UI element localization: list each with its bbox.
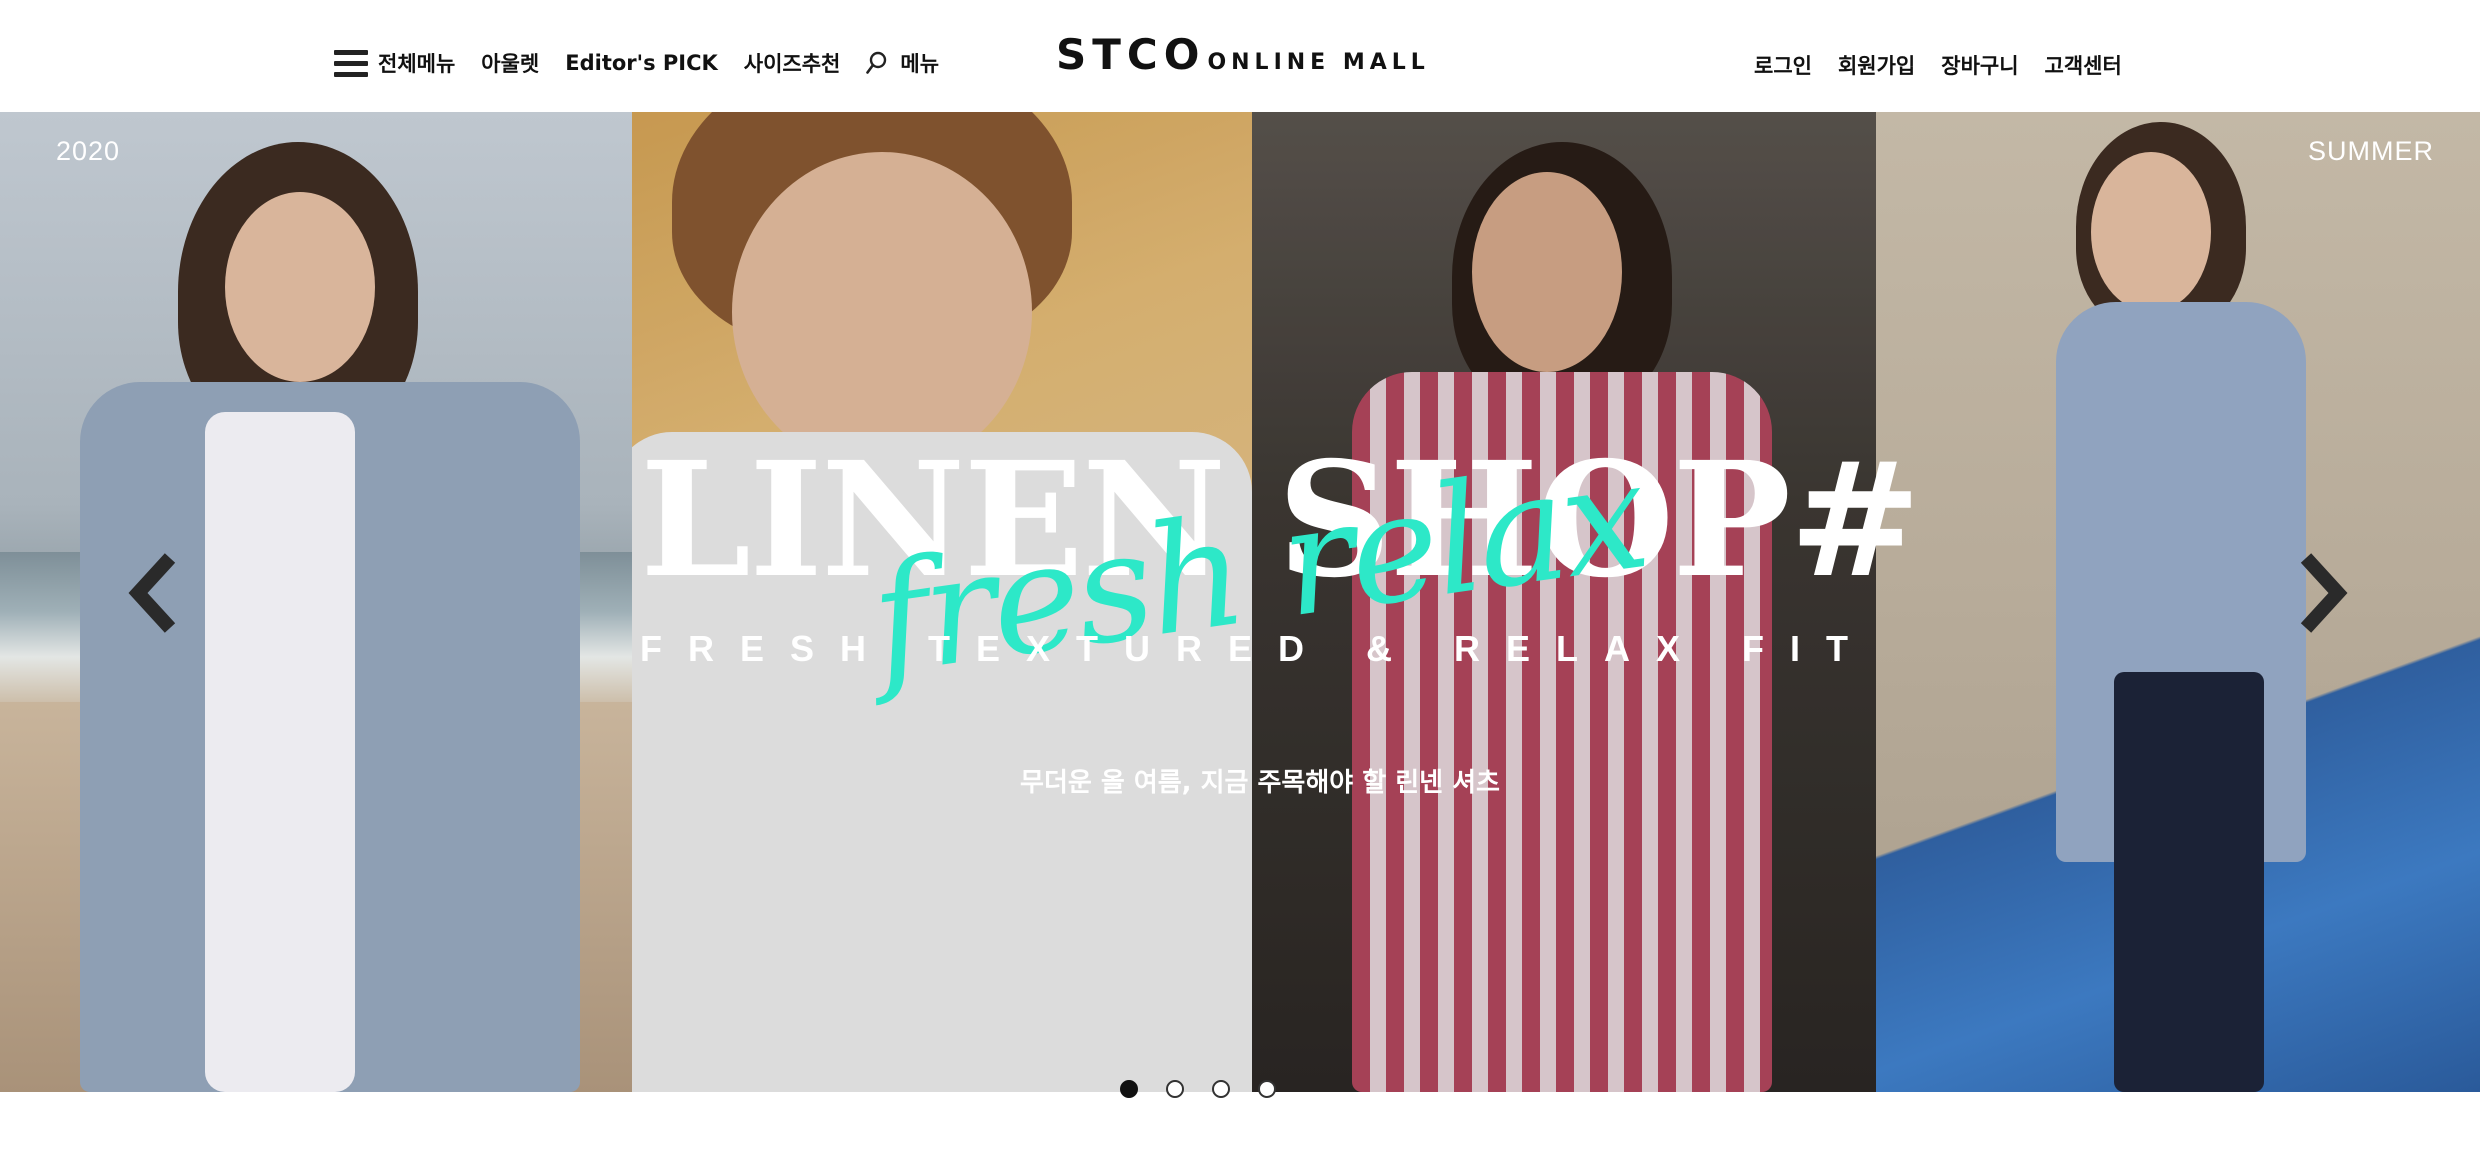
slider-dot-1[interactable] [1120,1080,1138,1098]
hamburger-icon [334,49,368,77]
logo-main-text: STCO [1056,30,1206,79]
hero-photo-4 [1876,112,2480,1092]
customer-center-link[interactable]: 고객센터 [2045,50,2122,80]
signup-link[interactable]: 회원가입 [1838,50,1915,80]
slider-dot-4[interactable] [1258,1080,1276,1098]
next-slide-button[interactable] [2292,548,2352,638]
slider-pagination [1120,1080,1304,1098]
all-menu-label: 전체메뉴 [378,52,456,76]
login-link[interactable]: 로그인 [1754,50,1812,80]
slider-dot-3[interactable] [1212,1080,1230,1098]
year-label: 2020 [56,136,121,166]
nav-item-outlet[interactable]: 아울렛 [481,48,539,78]
hero-photo-1 [0,112,632,1092]
account-nav: 로그인 회원가입 장바구니 고객센터 [1754,50,2122,80]
slider-dot-2[interactable] [1166,1080,1184,1098]
search-menu-label: 메뉴 [900,52,940,76]
season-label: SUMMER [2308,136,2434,166]
nav-item-size-recommend[interactable]: 사이즈추천 [744,48,841,78]
all-menu-button[interactable]: 전체메뉴 [334,48,455,78]
hero-caption: 무더운 올 여름, 지금 주목해야 할 린넨 셔츠 [1020,768,1500,798]
site-header: 전체메뉴 아울렛 Editor's PICK 사이즈추천 메뉴 STCO ONL… [0,0,2480,112]
hero-banner[interactable]: 2020 SUMMER LINEN SHOP# fresh relax FRES… [0,112,2480,1092]
search-icon [866,51,887,74]
prev-slide-button[interactable] [124,548,184,638]
cart-link[interactable]: 장바구니 [1941,50,2018,80]
main-nav: 전체메뉴 아울렛 Editor's PICK 사이즈추천 메뉴 [334,48,939,78]
nav-item-editors-pick[interactable]: Editor's PICK [565,51,718,75]
chevron-right-icon [2300,553,2348,633]
logo-sub-text: ONLINE MALL [1207,50,1430,75]
chevron-left-icon [128,553,176,633]
site-logo[interactable]: STCO ONLINE MALL [1056,30,1430,79]
search-menu-button[interactable]: 메뉴 [866,48,939,78]
hero-subline: FRESH TEXTURED & RELAX FIT [640,628,1875,669]
